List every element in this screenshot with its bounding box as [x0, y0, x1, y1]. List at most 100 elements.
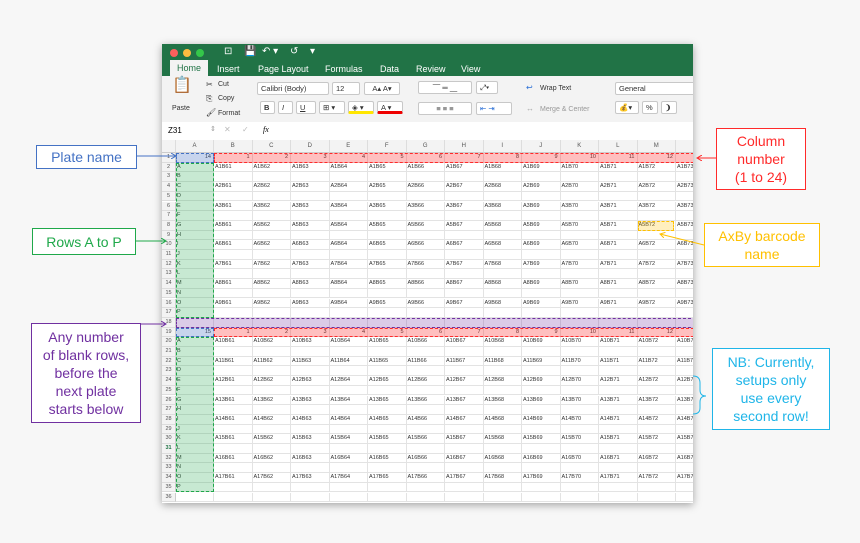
- cell[interactable]: [252, 444, 291, 454]
- cell[interactable]: [676, 386, 693, 396]
- cell[interactable]: [637, 492, 676, 503]
- cell[interactable]: [522, 191, 561, 202]
- cell[interactable]: A7B62: [252, 259, 291, 270]
- cell[interactable]: [329, 308, 368, 318]
- cell[interactable]: 6: [406, 327, 445, 338]
- cell[interactable]: A14B70: [560, 414, 599, 425]
- cell[interactable]: A17B61: [214, 473, 253, 483]
- insert-function-button[interactable]: fx: [263, 125, 269, 134]
- cell[interactable]: A6B69: [522, 240, 561, 250]
- cell[interactable]: A1B66: [406, 162, 445, 173]
- cell[interactable]: [599, 230, 638, 241]
- cell[interactable]: [599, 492, 638, 503]
- cell[interactable]: [406, 230, 445, 241]
- cell[interactable]: [291, 385, 330, 396]
- cell[interactable]: A12B66: [406, 376, 445, 386]
- cell[interactable]: [252, 269, 291, 280]
- cell[interactable]: [406, 308, 445, 318]
- cell[interactable]: [329, 463, 368, 474]
- tab-home[interactable]: Home: [170, 60, 209, 77]
- cell[interactable]: [522, 424, 561, 435]
- cell[interactable]: [522, 405, 561, 415]
- cell[interactable]: [214, 191, 253, 202]
- zoom-button[interactable]: [196, 49, 204, 57]
- cell[interactable]: F: [176, 385, 214, 396]
- cell[interactable]: [445, 317, 484, 328]
- cell[interactable]: [368, 492, 407, 503]
- sidebar-toggle-icon[interactable]: ⊡: [224, 46, 232, 57]
- cell[interactable]: [637, 317, 676, 328]
- cell[interactable]: A16B62: [252, 453, 291, 464]
- cell[interactable]: [445, 424, 484, 435]
- cell[interactable]: A15B69: [522, 434, 561, 444]
- cell[interactable]: [599, 308, 638, 318]
- cell[interactable]: [637, 250, 676, 260]
- cell[interactable]: [214, 317, 253, 328]
- cell[interactable]: 11: [599, 153, 638, 163]
- cell[interactable]: [522, 347, 561, 357]
- cell[interactable]: A2B66: [406, 182, 445, 192]
- cell[interactable]: [445, 230, 484, 241]
- cell[interactable]: A17B66: [406, 473, 445, 483]
- column-header[interactable]: N: [676, 140, 693, 153]
- cell[interactable]: A3B65: [368, 201, 407, 212]
- cell[interactable]: N: [176, 463, 214, 474]
- cell[interactable]: [368, 385, 407, 396]
- cell[interactable]: A13B68: [483, 395, 522, 406]
- cell[interactable]: A10B66: [406, 337, 445, 347]
- cell[interactable]: A9B70: [560, 298, 599, 309]
- cell[interactable]: [483, 172, 522, 183]
- cell[interactable]: A14B63: [291, 414, 330, 425]
- cell[interactable]: A10B65: [368, 337, 407, 347]
- cell[interactable]: A7B63: [291, 259, 330, 270]
- tab-view[interactable]: View: [455, 62, 486, 76]
- cell[interactable]: [445, 288, 484, 299]
- name-box-stepper[interactable]: ⇕: [210, 125, 216, 133]
- cell[interactable]: [252, 288, 291, 299]
- customize-icon[interactable]: ▾: [310, 46, 315, 57]
- cell[interactable]: [406, 288, 445, 299]
- cell[interactable]: [291, 288, 330, 299]
- cell[interactable]: [176, 492, 214, 503]
- cell[interactable]: A3B72: [637, 201, 676, 212]
- row-header[interactable]: 7: [162, 211, 176, 221]
- cell[interactable]: [560, 463, 599, 474]
- cell[interactable]: A9B68: [483, 298, 522, 309]
- cell[interactable]: C: [176, 356, 214, 367]
- cell[interactable]: A15B62: [252, 434, 291, 444]
- cell[interactable]: E: [176, 201, 214, 212]
- cell[interactable]: [214, 308, 253, 318]
- cell[interactable]: [599, 405, 638, 415]
- cell[interactable]: [445, 385, 484, 396]
- cell[interactable]: 7: [445, 153, 484, 163]
- cell[interactable]: [560, 269, 599, 280]
- cell[interactable]: [637, 191, 676, 202]
- cell[interactable]: A2B72: [637, 182, 676, 192]
- cell[interactable]: A14B68: [483, 414, 522, 425]
- cell[interactable]: A9B67: [445, 298, 484, 309]
- cell[interactable]: [560, 230, 599, 241]
- cell[interactable]: [291, 405, 330, 415]
- cell[interactable]: A17B72: [637, 473, 676, 483]
- cell[interactable]: A2B64: [329, 182, 368, 192]
- cell[interactable]: [445, 269, 484, 280]
- paste-icon[interactable]: 📋: [172, 78, 192, 94]
- cell[interactable]: [252, 366, 291, 377]
- cell[interactable]: A17B67: [445, 473, 484, 483]
- cell[interactable]: [445, 347, 484, 357]
- undo-icon[interactable]: ↶ ▾: [262, 46, 278, 57]
- cell[interactable]: A2B69: [522, 182, 561, 192]
- row-header[interactable]: 14: [162, 279, 176, 289]
- row-header[interactable]: 23: [162, 366, 176, 377]
- cell[interactable]: [560, 172, 599, 183]
- cell[interactable]: P: [176, 308, 214, 318]
- cell[interactable]: A17B71: [599, 473, 638, 483]
- cell[interactable]: [637, 482, 676, 493]
- column-header[interactable]: A: [176, 140, 214, 153]
- cell[interactable]: 15: [176, 327, 214, 338]
- cell[interactable]: A1B62: [252, 162, 291, 173]
- cell[interactable]: [676, 366, 693, 377]
- row-header[interactable]: 1: [162, 153, 176, 163]
- cell[interactable]: [483, 288, 522, 299]
- cell[interactable]: [368, 211, 407, 221]
